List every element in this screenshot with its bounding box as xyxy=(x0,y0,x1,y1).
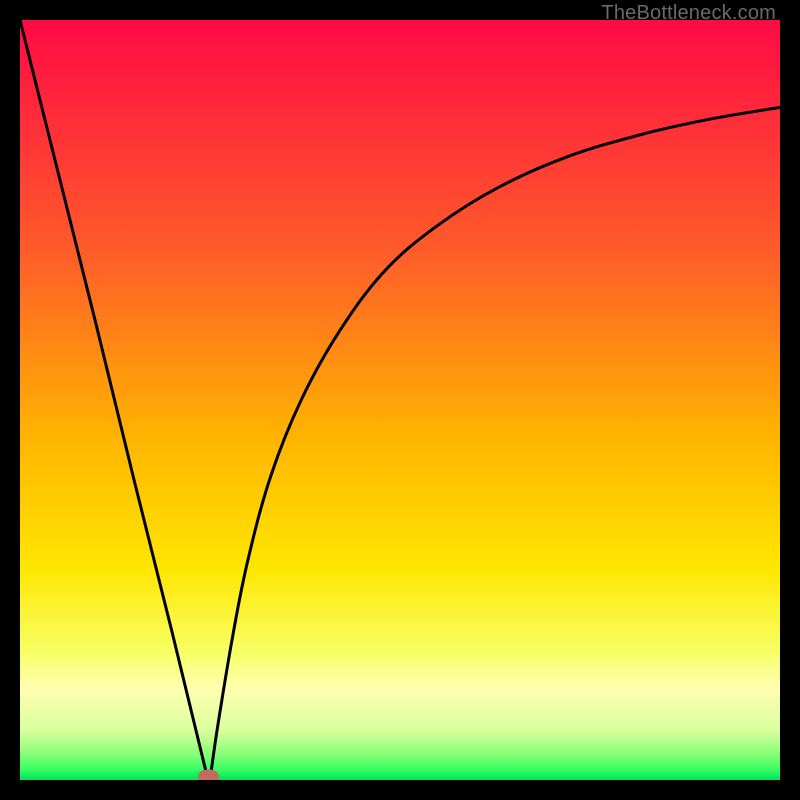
bottleneck-chart xyxy=(20,20,780,780)
chart-frame xyxy=(20,20,780,780)
gradient-background xyxy=(20,20,780,780)
attribution-label: TheBottleneck.com xyxy=(601,2,776,25)
